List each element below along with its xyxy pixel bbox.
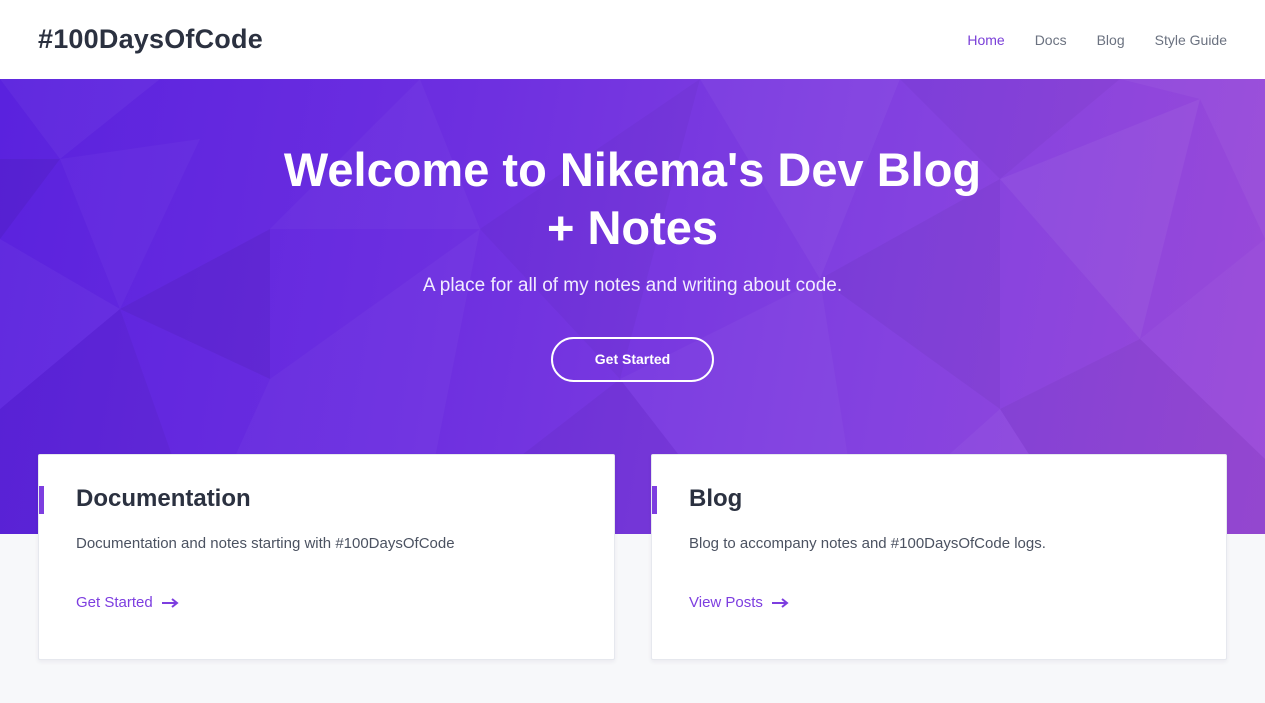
card-title: Documentation <box>76 485 251 512</box>
hero-title-line-1: Welcome to Nikema's Dev Blog <box>283 143 982 196</box>
site-header: #100DaysOfCode Home Docs Blog Style Guid… <box>0 0 1265 79</box>
documentation-get-started-link[interactable]: Get Started <box>76 594 179 611</box>
nav-item-blog[interactable]: Blog <box>1097 32 1125 48</box>
hero-title: Welcome to Nikema's Dev Blog + Notes <box>283 141 983 257</box>
card-accent-bar <box>39 486 44 514</box>
hero-content: Welcome to Nikema's Dev Blog + Notes A p… <box>0 79 1265 382</box>
site-brand-logo[interactable]: #100DaysOfCode <box>38 24 263 55</box>
card-description: Blog to accompany notes and #100DaysOfCo… <box>689 535 1046 552</box>
card-description: Documentation and notes starting with #1… <box>76 535 455 552</box>
blog-view-posts-link[interactable]: View Posts <box>689 594 789 611</box>
card-link-label: Get Started <box>76 594 153 611</box>
hero-subtitle: A place for all of my notes and writing … <box>422 275 843 296</box>
documentation-card: Documentation Documentation and notes st… <box>38 454 615 660</box>
blog-card: Blog Blog to accompany notes and #100Day… <box>651 454 1227 660</box>
card-link-label: View Posts <box>689 594 763 611</box>
arrow-right-icon <box>771 597 789 608</box>
hero-title-line-2: + Notes <box>546 201 719 254</box>
arrow-right-icon <box>161 597 179 608</box>
card-title: Blog <box>689 485 743 512</box>
card-accent-bar <box>652 486 657 514</box>
nav-item-home[interactable]: Home <box>967 32 1004 48</box>
nav-item-style-guide[interactable]: Style Guide <box>1155 32 1227 48</box>
main-nav: Home Docs Blog Style Guide <box>937 32 1227 48</box>
hero-get-started-button[interactable]: Get Started <box>551 337 714 382</box>
nav-item-docs[interactable]: Docs <box>1035 32 1067 48</box>
